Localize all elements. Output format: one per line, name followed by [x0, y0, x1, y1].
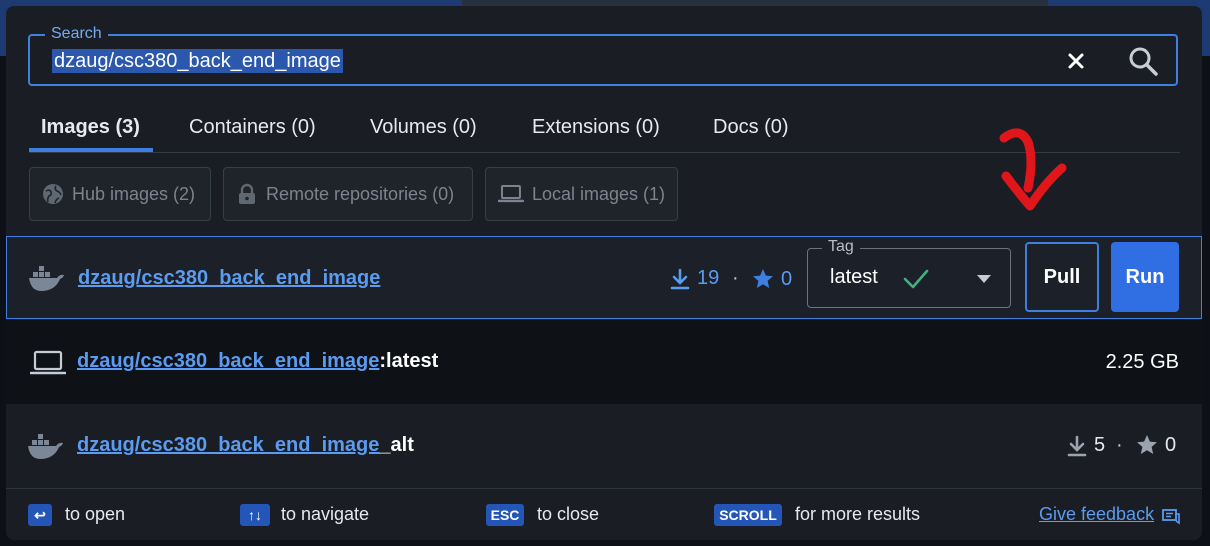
- result-name-link[interactable]: dzaug/csc380_back_end_image: [77, 434, 379, 456]
- search-input[interactable]: dzaug/csc380_back_end_image: [52, 49, 343, 73]
- tab-docs[interactable]: Docs (0): [713, 116, 789, 139]
- download-icon: [670, 268, 690, 289]
- hint-more-results: for more results: [795, 504, 921, 524]
- docker-whale-icon: [28, 434, 63, 459]
- separator-dot: ·: [732, 267, 739, 289]
- tag-select[interactable]: Tag latest: [807, 238, 1011, 308]
- active-tab-indicator: [29, 148, 153, 152]
- filter-label: Remote repositories (0): [266, 183, 455, 204]
- star-count-value: 0: [1165, 433, 1177, 456]
- globe-icon: [43, 184, 63, 204]
- star-count: 0: [1135, 433, 1176, 457]
- laptop-icon: [498, 185, 524, 203]
- pull-count: 19: [669, 267, 719, 290]
- result-name-link[interactable]: dzaug/csc380_back_end_image: [78, 267, 380, 290]
- search-icon[interactable]: [1126, 44, 1160, 78]
- image-size: 2.25 GB: [1105, 351, 1179, 373]
- pull-count: 5: [1066, 434, 1105, 457]
- search-panel: Search dzaug/csc380_back_end_image Image…: [6, 6, 1202, 540]
- kbd-scroll: SCROLL: [714, 504, 782, 526]
- feedback-icon[interactable]: [1162, 509, 1180, 525]
- checkmark-icon: [903, 269, 929, 289]
- filter-local-images[interactable]: Local images (1): [485, 167, 678, 221]
- hint-navigate: to navigate: [281, 504, 370, 524]
- download-icon: [1067, 435, 1087, 456]
- result-row-hub-image-alt[interactable]: dzaug/csc380_back_end_image_alt 5 · 0: [6, 404, 1202, 488]
- close-icon[interactable]: [1064, 49, 1088, 73]
- filter-remote-repositories[interactable]: Remote repositories (0): [223, 167, 473, 221]
- annotation-arrow-icon: [999, 128, 1067, 211]
- tag-label: Tag: [822, 238, 860, 256]
- pull-count-value: 5: [1094, 434, 1106, 456]
- pull-button[interactable]: Pull: [1025, 242, 1099, 312]
- search-field[interactable]: Search dzaug/csc380_back_end_image: [28, 25, 1178, 86]
- laptop-icon: [30, 350, 66, 375]
- hint-open: to open: [65, 504, 126, 524]
- run-button[interactable]: Run: [1111, 242, 1179, 312]
- docker-whale-icon: [29, 266, 64, 291]
- tab-containers[interactable]: Containers (0): [189, 116, 316, 139]
- hint-close: to close: [537, 504, 600, 524]
- star-count: 0: [751, 267, 792, 291]
- star-icon: [1137, 435, 1157, 454]
- filter-hub-images[interactable]: Hub images (2): [29, 167, 211, 221]
- result-name-suffix: _alt: [379, 434, 414, 456]
- separator-dot: ·: [1116, 434, 1123, 456]
- star-icon: [753, 269, 773, 288]
- lock-icon: [239, 183, 255, 204]
- tab-extensions[interactable]: Extensions (0): [532, 116, 660, 139]
- result-name: dzaug/csc380_back_end_image_alt: [77, 434, 414, 457]
- kbd-arrows: ↑↓: [240, 504, 270, 526]
- tab-images[interactable]: Images (3): [41, 116, 140, 139]
- result-name: dzaug/csc380_back_end_image:latest: [77, 350, 438, 373]
- search-label: Search: [45, 25, 108, 43]
- filter-label: Local images (1): [531, 183, 665, 204]
- result-tag-suffix: :latest: [379, 350, 439, 372]
- tag-value: latest: [830, 266, 878, 288]
- footer-hints: ↩ to open ↑↓ to navigate ESC to close SC…: [6, 488, 1202, 540]
- tab-volumes[interactable]: Volumes (0): [370, 116, 477, 139]
- kbd-enter: ↩: [28, 504, 52, 526]
- star-count-value: 0: [781, 267, 793, 290]
- filter-label: Hub images (2): [72, 183, 196, 204]
- pull-count-value: 19: [697, 267, 720, 289]
- chevron-down-icon: [977, 275, 991, 283]
- kbd-esc: ESC: [486, 504, 524, 526]
- result-row-hub-image[interactable]: dzaug/csc380_back_end_image 19 · 0: [6, 236, 1202, 319]
- result-row-local-image[interactable]: dzaug/csc380_back_end_image:latest: [6, 320, 1202, 404]
- give-feedback-link[interactable]: Give feedback: [1039, 504, 1154, 525]
- result-name-link[interactable]: dzaug/csc380_back_end_image: [77, 350, 379, 372]
